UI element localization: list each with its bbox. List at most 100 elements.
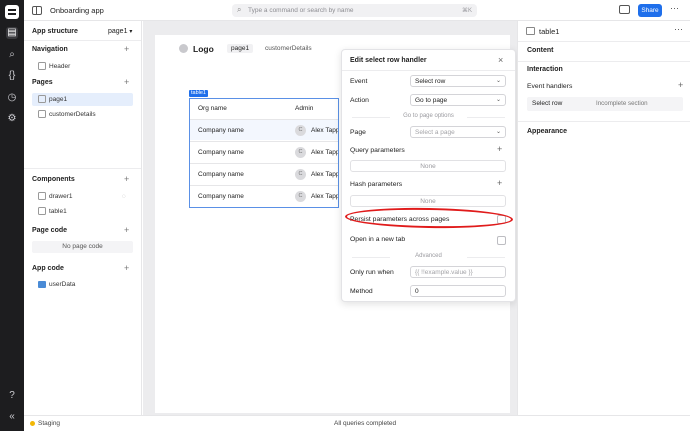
divider — [24, 168, 141, 169]
table-row[interactable]: Company name C Alex Tapp — [190, 185, 339, 206]
cell-org: Company name — [198, 193, 244, 200]
shortcut-hint: ⌘K — [461, 8, 472, 14]
handler-status: Incomplete section — [596, 100, 648, 107]
event-handlers-label: Event handlers — [527, 83, 573, 90]
help-icon[interactable]: ? — [6, 390, 18, 402]
event-value: Select row — [415, 78, 446, 85]
action-value: Go to page — [415, 97, 448, 104]
tree-item-header[interactable]: Header — [32, 60, 133, 73]
action-select[interactable]: Go to page ⌄ — [410, 94, 506, 106]
more-icon[interactable]: ⋯ — [674, 24, 683, 35]
event-label: Event — [350, 78, 368, 85]
divider — [24, 40, 141, 41]
drawer-icon — [38, 192, 46, 201]
add-component-icon[interactable]: + — [124, 174, 129, 184]
table-row[interactable]: Company name C Alex Tapp — [190, 119, 338, 140]
edit-handler-popover: Edit select row handler × Event Select r… — [341, 49, 516, 302]
command-search[interactable]: ⌕ Type a command or search by name ⌘K — [232, 4, 477, 17]
code-icon[interactable]: {} — [6, 70, 18, 82]
table-row[interactable]: Company name C Alex Tapp — [190, 141, 339, 162]
query-params-empty: None — [350, 160, 506, 172]
logo-icon — [179, 44, 188, 53]
add-query-param-icon[interactable]: + — [497, 144, 502, 154]
tree-item-drawer1[interactable]: drawer1 ◌ — [32, 190, 133, 203]
retool-logo-icon[interactable] — [5, 5, 19, 19]
page-select[interactable]: Select a page ⌄ — [410, 126, 506, 138]
tree-item-label: Header — [49, 63, 71, 70]
nav-link-customer-details[interactable]: customerDetails — [265, 45, 312, 52]
command-placeholder: Type a command or search by name — [248, 7, 354, 14]
environment-label[interactable]: Staging — [38, 420, 60, 427]
add-page-icon[interactable]: + — [124, 77, 129, 87]
sidebar-toggle-icon[interactable] — [32, 6, 42, 15]
top-bar: Onboarding app ⌕ Type a command or searc… — [24, 0, 690, 21]
tree-item-page1[interactable]: page1 — [32, 93, 133, 106]
component-name[interactable]: table1 — [539, 27, 559, 36]
page-selector-label: page1 — [108, 28, 128, 35]
popover-title: Edit select row handler — [350, 57, 427, 64]
search-icon[interactable]: ⌕ — [6, 49, 18, 61]
history-icon[interactable]: ◷ — [6, 92, 18, 104]
layers-icon[interactable]: ▤ — [6, 27, 18, 39]
tree-item-customer-details[interactable]: customerDetails — [32, 108, 133, 121]
share-button[interactable]: Share — [638, 4, 662, 17]
app-title[interactable]: Onboarding app — [50, 6, 104, 15]
divider — [518, 61, 690, 62]
avatar: C — [295, 147, 306, 158]
header-icon — [38, 62, 46, 71]
only-run-when-input[interactable]: {{ !!example.value }} — [410, 266, 506, 278]
page-icon — [38, 110, 46, 119]
chevron-down-icon: ⌄ — [495, 129, 501, 135]
method-input[interactable]: 0 — [410, 285, 506, 297]
search-icon: ⌕ — [237, 5, 242, 14]
content-section[interactable]: Content — [527, 47, 553, 54]
cell-admin: Alex Tapp — [311, 149, 339, 156]
add-app-code-icon[interactable]: + — [124, 263, 129, 273]
interaction-section[interactable]: Interaction — [527, 66, 563, 73]
event-handler-row[interactable]: Select row Incomplete section — [527, 97, 683, 111]
open-new-tab-checkbox[interactable] — [497, 236, 506, 245]
only-run-when-label: Only run when — [350, 269, 394, 276]
cell-org: Company name — [198, 171, 244, 178]
add-event-handler-icon[interactable]: + — [678, 80, 683, 90]
handler-event: Select row — [532, 100, 563, 107]
method-value: 0 — [415, 288, 419, 295]
appearance-section[interactable]: Appearance — [527, 128, 567, 135]
page-selector[interactable]: page1 ▾ — [108, 28, 132, 35]
settings-icon[interactable]: ⚙ — [6, 113, 18, 125]
close-icon[interactable]: × — [498, 55, 503, 65]
event-select[interactable]: Select row ⌄ — [410, 75, 506, 87]
tree-item-label: customerDetails — [49, 111, 96, 118]
hash-params-label: Hash parameters — [350, 181, 403, 188]
icon-rail: ▤ ⌕ {} ◷ ⚙ ? « — [0, 0, 24, 431]
more-icon[interactable]: ⋯ — [670, 3, 679, 14]
page-code-title: Page code — [32, 227, 68, 234]
avatar: C — [295, 191, 306, 202]
page-placeholder: Select a page — [415, 129, 455, 136]
method-label: Method — [350, 288, 373, 295]
table-icon — [526, 27, 535, 35]
column-header-org[interactable]: Org name — [198, 99, 227, 119]
tree-item-label: page1 — [49, 96, 68, 103]
column-header-admin[interactable]: Admin — [295, 99, 313, 119]
tree-item-table1[interactable]: table1 — [32, 205, 133, 218]
add-navigation-icon[interactable]: + — [124, 44, 129, 54]
run-when-placeholder: {{ !!example.value }} — [415, 269, 473, 276]
tree-item-user-data[interactable]: userData — [32, 278, 133, 291]
pages-title: Pages — [32, 79, 53, 86]
table1[interactable]: Org name Admin Company name C Alex Tapp … — [189, 98, 339, 208]
page-label: Page — [350, 129, 366, 136]
structure-panel: App structure page1 ▾ Navigation + Heade… — [24, 21, 142, 415]
collapse-icon[interactable]: « — [6, 411, 18, 423]
add-hash-param-icon[interactable]: + — [497, 178, 502, 188]
hidden-eye-icon[interactable]: ◌ — [122, 190, 126, 203]
logo-text: Logo — [193, 44, 214, 54]
inspector-panel: table1 ⋯ Content Interaction Event handl… — [517, 21, 690, 415]
nav-link-page1[interactable]: page1 — [227, 44, 254, 53]
preview-icon[interactable] — [619, 5, 630, 14]
table-row[interactable]: Company name C Alex Tapp — [190, 163, 338, 184]
status-bar: Staging All queries completed — [24, 415, 690, 431]
table-badge[interactable]: table1 — [189, 90, 208, 97]
cell-admin: Alex Tapp — [311, 193, 339, 200]
add-page-code-icon[interactable]: + — [124, 225, 129, 235]
